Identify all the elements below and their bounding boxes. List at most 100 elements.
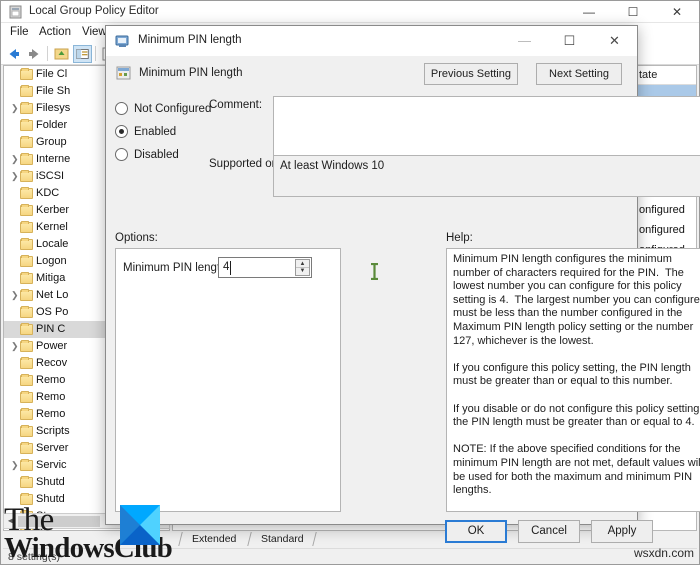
tree-item-label: Logon <box>36 255 67 267</box>
column-header-state[interactable]: tate <box>639 69 657 81</box>
radio-disabled-label: Disabled <box>134 149 179 161</box>
cancel-button[interactable]: Cancel <box>518 520 580 543</box>
folder-icon <box>20 102 33 114</box>
text-ibeam-cursor <box>371 263 378 280</box>
toolbar-separator-2 <box>95 46 96 61</box>
folder-icon <box>20 442 33 454</box>
tree-item-label: iSCSI <box>36 170 65 182</box>
main-minimize-button[interactable]: — <box>567 1 611 23</box>
folder-icon <box>20 221 33 233</box>
chevron-right-icon[interactable]: ❯ <box>11 103 20 114</box>
tree-item-label: Kernel <box>36 221 68 233</box>
folder-icon <box>20 136 33 148</box>
folder-icon <box>20 204 33 216</box>
chevron-right-icon[interactable]: ❯ <box>11 171 20 182</box>
tab-divider-2 <box>247 532 252 546</box>
folder-icon <box>20 85 33 97</box>
folder-icon <box>20 391 33 403</box>
minimum-pin-length-stepper[interactable]: 4 ▲ ▼ <box>218 257 378 280</box>
folder-icon <box>20 289 33 301</box>
dialog-close-button[interactable]: ✕ <box>592 26 637 56</box>
radio-disabled[interactable]: Disabled <box>115 148 179 162</box>
chevron-right-icon[interactable]: ❯ <box>11 154 20 165</box>
dialog-minimize-button[interactable]: — <box>502 26 547 56</box>
folder-icon <box>20 238 33 250</box>
tree-scroll-thumb[interactable] <box>18 516 100 527</box>
tree-item-label: PIN C <box>36 323 66 335</box>
tree-item-label: Shutd <box>36 476 65 488</box>
menu-file[interactable]: File <box>5 25 34 39</box>
folder-icon <box>20 119 33 131</box>
policy-setting-icon <box>115 35 129 47</box>
chevron-right-icon[interactable]: ❯ <box>11 460 20 471</box>
tree-item-label: Scripts <box>36 425 70 437</box>
status-bar: 8 setting(s) <box>3 548 697 563</box>
tree-item-label: Mitiga <box>36 272 66 284</box>
setting-state: onfigured <box>639 204 685 216</box>
radio-not-configured[interactable]: Not Configured <box>115 102 211 116</box>
dialog-header-title: Minimum PIN length <box>139 67 243 79</box>
apply-button[interactable]: Apply <box>591 520 653 543</box>
folder-icon <box>20 408 33 420</box>
previous-setting-button[interactable]: Previous Setting <box>423 63 518 85</box>
toolbar-separator-1 <box>47 46 48 61</box>
stepper-buttons[interactable]: ▲ ▼ <box>295 259 310 276</box>
dialog-maximize-button[interactable]: ☐ <box>547 26 592 56</box>
tab-extended[interactable]: Extended <box>186 532 242 547</box>
folder-icon <box>20 272 33 284</box>
chevron-right-icon[interactable]: ❯ <box>11 341 20 352</box>
dialog-title: Minimum PIN length <box>138 34 242 46</box>
dialog-titlebar: Minimum PIN length — ☐ ✕ <box>106 26 637 56</box>
minimum-pin-length-label: Minimum PIN length <box>123 262 227 274</box>
tree-item-label: Remo <box>36 391 66 403</box>
folder-icon <box>20 323 33 335</box>
forward-arrow-icon[interactable] <box>25 45 44 63</box>
scroll-left-icon[interactable]: ◀ <box>4 514 18 528</box>
radio-enabled[interactable]: Enabled <box>115 125 176 139</box>
folder-icon <box>20 153 33 165</box>
tree-item-label: Servic <box>36 459 67 471</box>
comment-textarea[interactable]: ▲ ▼ <box>273 96 700 158</box>
help-panel[interactable]: Minimum PIN length configures the minimu… <box>446 248 700 512</box>
radio-enabled-label: Enabled <box>134 126 177 138</box>
tree-item-label: Server <box>36 442 69 454</box>
next-setting-button[interactable]: Next Setting <box>536 63 622 85</box>
tab-standard[interactable]: Standard <box>255 532 310 547</box>
comment-label: Comment: <box>209 99 263 111</box>
minimum-pin-length-value: 4 <box>223 261 230 273</box>
menu-action[interactable]: Action <box>34 25 76 39</box>
folder-icon <box>20 459 33 471</box>
folder-icon <box>20 68 33 80</box>
tree-item-label: OS Po <box>36 306 69 318</box>
ok-button[interactable]: OK <box>445 520 507 543</box>
supported-on-label: Supported on: <box>209 158 282 170</box>
folder-icon <box>20 340 33 352</box>
show-hide-tree-icon[interactable] <box>73 45 92 63</box>
tree-item-label: KDC <box>36 187 60 199</box>
text-caret <box>230 261 231 275</box>
options-label: Options: <box>115 232 158 244</box>
tree-item-label: Folder <box>36 119 68 131</box>
supported-on-value: At least Windows 10 <box>280 160 385 172</box>
folder-icon <box>20 170 33 182</box>
main-maximize-button[interactable]: ☐ <box>611 1 655 23</box>
wsxdn-watermark: wsxdn.com <box>633 546 694 560</box>
mmc-console-icon <box>9 5 22 19</box>
tree-item-label: Power <box>36 340 68 352</box>
chevron-right-icon[interactable]: ❯ <box>11 290 20 301</box>
tree-item-label: Shutd <box>36 493 65 505</box>
stepper-decrement-icon[interactable]: ▼ <box>296 267 309 275</box>
radio-not-configured-label: Not Configured <box>134 103 212 115</box>
tree-item-label: Interne <box>36 153 71 165</box>
main-close-button[interactable]: ✕ <box>655 1 699 23</box>
folder-icon <box>20 255 33 267</box>
main-window-title: Local Group Policy Editor <box>29 5 159 17</box>
screenshot-root: Local Group Policy Editor — ☐ ✕ File Act… <box>0 0 700 565</box>
help-text: Minimum PIN length configures the minimu… <box>453 253 700 497</box>
tree-item-label: Recov <box>36 357 68 369</box>
radio-not-configured-mark <box>115 102 128 115</box>
tab-divider-3 <box>312 532 317 546</box>
back-arrow-icon[interactable] <box>4 45 23 63</box>
up-folder-icon[interactable] <box>52 45 71 63</box>
radio-enabled-mark <box>115 125 128 138</box>
